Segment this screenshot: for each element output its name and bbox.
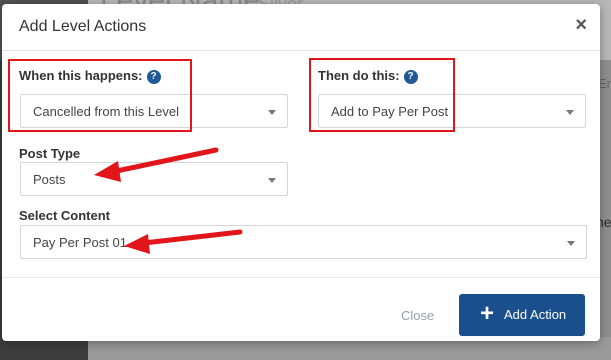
highlight-box-then — [309, 58, 455, 132]
chevron-down-icon — [268, 110, 276, 115]
chevron-down-icon — [566, 110, 574, 115]
highlight-box-when — [8, 59, 192, 132]
footer-divider — [2, 277, 600, 278]
post-type-value: Posts — [33, 172, 66, 187]
select-content-select[interactable]: Pay Per Post 01 — [20, 225, 587, 259]
modal-header: Add Level Actions × — [2, 4, 600, 51]
chevron-down-icon — [567, 241, 575, 246]
modal-title: Add Level Actions — [19, 18, 147, 35]
add-action-button[interactable]: + Add Action — [459, 294, 585, 336]
add-action-label: Add Action — [504, 307, 567, 322]
select-content-label: Select Content — [19, 208, 111, 223]
close-button[interactable]: Close — [401, 308, 434, 323]
post-type-select[interactable]: Posts — [20, 162, 288, 196]
chevron-down-icon — [268, 178, 276, 183]
close-icon[interactable]: × — [575, 15, 587, 35]
add-level-actions-modal: Add Level Actions × When this happens:? … — [2, 4, 600, 341]
plus-icon: + — [480, 300, 495, 327]
post-type-label: Post Type — [19, 146, 81, 161]
select-content-value: Pay Per Post 01 — [33, 235, 127, 250]
